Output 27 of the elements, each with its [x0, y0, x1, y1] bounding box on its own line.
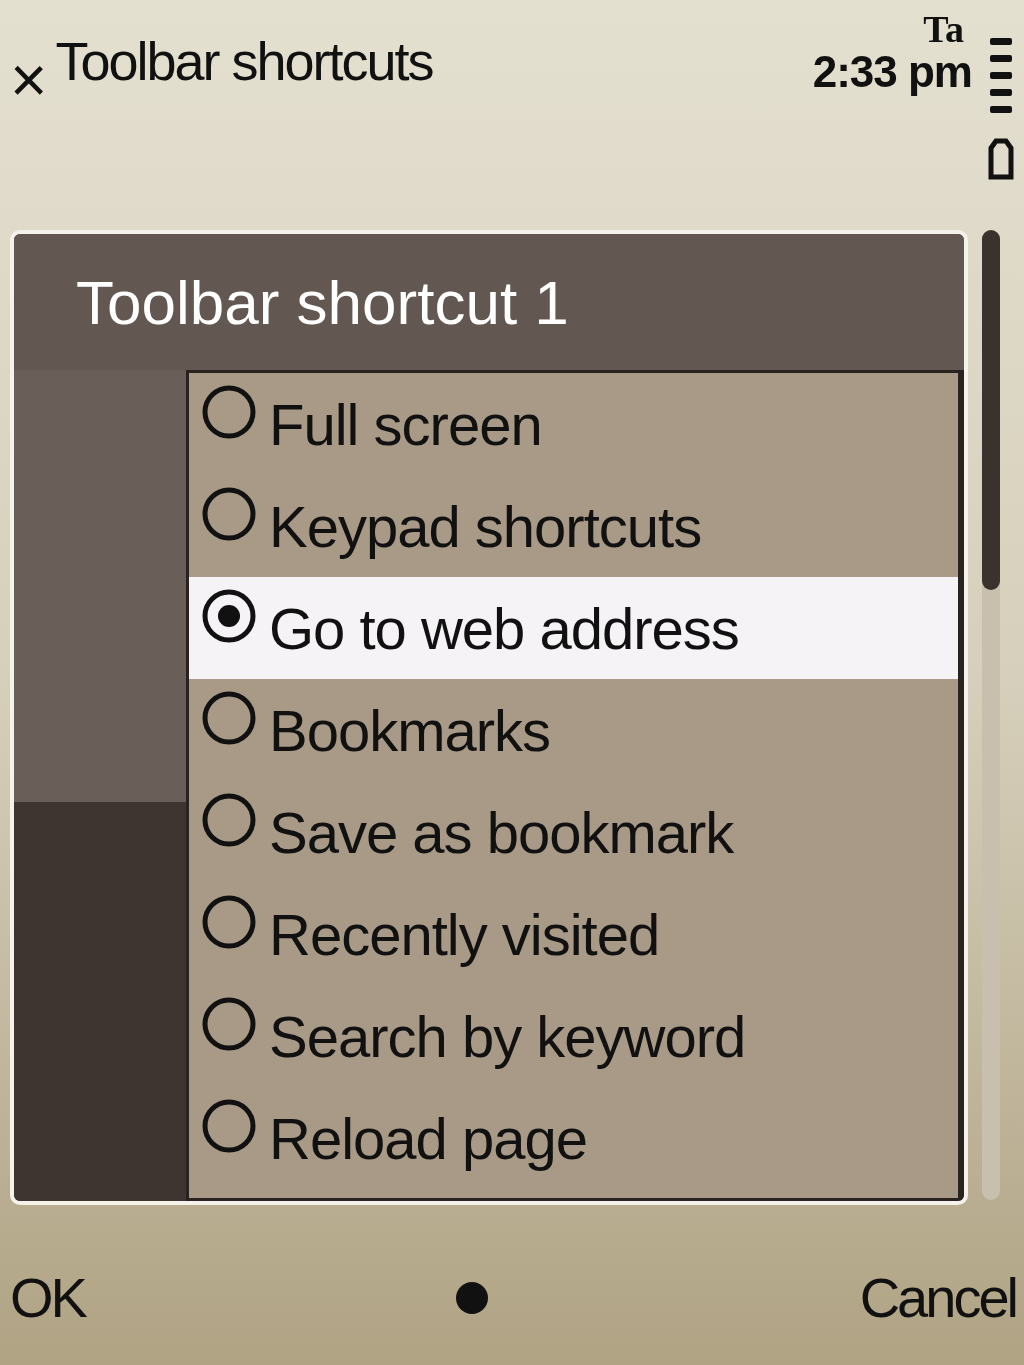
radio-icon: [201, 894, 257, 950]
radio-icon: [201, 1098, 257, 1154]
radio-option[interactable]: Reload page: [189, 1087, 958, 1189]
cancel-softkey[interactable]: Cancel: [859, 1265, 1016, 1330]
ok-softkey[interactable]: OK: [10, 1265, 85, 1330]
radio-icon: [201, 486, 257, 542]
radio-option[interactable]: Keypad shortcuts: [189, 475, 958, 577]
screen-title: Toolbar shortcuts: [55, 30, 434, 92]
radio-option[interactable]: Go to web address: [189, 577, 958, 679]
network-indicator: Ta: [923, 10, 964, 48]
radio-icon: [201, 384, 257, 440]
radio-option[interactable]: Save as bookmark: [189, 781, 958, 883]
radio-icon: [201, 690, 257, 746]
battery-icon: [988, 138, 1014, 180]
radio-icon: [201, 792, 257, 848]
radio-option[interactable]: Bookmarks: [189, 679, 958, 781]
radio-option[interactable]: Full screen: [189, 373, 958, 475]
dot-icon[interactable]: [455, 1280, 490, 1315]
close-button[interactable]: ×: [10, 48, 48, 112]
clock: 2:33 pm: [812, 48, 972, 97]
radio-icon: [201, 588, 257, 644]
dialog-title: Toolbar shortcut 1: [14, 234, 964, 370]
radio-option[interactable]: Search by keyword: [189, 985, 958, 1087]
signal-bars-icon: [990, 38, 1012, 116]
radio-option[interactable]: Recently visited: [189, 883, 958, 985]
scrollbar[interactable]: [982, 230, 1000, 1200]
radio-icon: [201, 996, 257, 1052]
